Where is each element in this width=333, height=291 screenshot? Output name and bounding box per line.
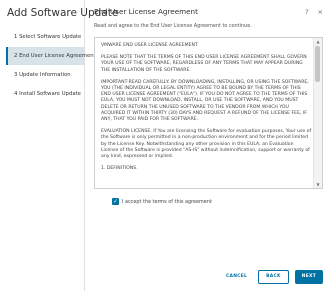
accept-terms-checkbox[interactable]: ✓ (112, 198, 119, 205)
step-number: 4 (14, 91, 18, 97)
eula-paragraph: PLEASE NOTE THAT THE TERMS OF THIS END U… (101, 55, 307, 73)
step-install-software-update[interactable]: 4 Install Software Update (6, 85, 84, 103)
step-number: 3 (14, 72, 18, 78)
accept-terms-row[interactable]: ✓ I accept the terms of this agreement (112, 198, 212, 205)
window-controls: ? × (305, 8, 323, 16)
back-button[interactable]: BACK (258, 270, 289, 284)
step-label: Update Information (19, 72, 71, 78)
eula-scrollbar[interactable]: ▲ ▼ (313, 38, 322, 188)
eula-paragraph: 1. DEFINITIONS. (101, 166, 138, 172)
wizard-sidebar: Add Software Update 1 Select Software Up… (0, 0, 118, 291)
page-title: End User License Agreement (94, 7, 198, 16)
scroll-down-icon[interactable]: ▼ (314, 181, 322, 188)
eula-paragraph: EVALUATION LICENSE. If You are licensing… (101, 129, 312, 160)
step-end-user-license-agreement[interactable]: 2 End User License Agreement (6, 47, 96, 65)
accept-terms-label[interactable]: I accept the terms of this agreement (122, 199, 212, 205)
wizard-footer: CANCEL BACK NEXT (221, 270, 323, 284)
page-subtitle: Read and agree to the End User License A… (94, 23, 252, 29)
cancel-button[interactable]: CANCEL (221, 270, 252, 284)
wizard-steps: 1 Select Software Update 2 End User Lice… (6, 28, 96, 104)
step-number: 1 (14, 34, 18, 40)
step-label: Install Software Update (19, 91, 81, 97)
eula-heading: VMWARE END USER LICENSE AGREEMENT (101, 43, 198, 48)
scroll-thumb[interactable] (315, 46, 320, 82)
eula-text-area[interactable]: VMWARE END USER LICENSE AGREEMENT PLEASE… (94, 37, 323, 189)
step-update-information[interactable]: 3 Update Information (6, 66, 84, 84)
eula-paragraph: IMPORTANT-READ CAREFULLY: BY DOWNLOADING… (101, 79, 309, 123)
next-button[interactable]: NEXT (294, 270, 323, 284)
wizard-main: End User License Agreement ? × Read and … (92, 0, 333, 291)
step-number: 2 (14, 53, 18, 59)
close-icon[interactable]: × (318, 8, 323, 16)
step-label: Select Software Update (19, 34, 82, 40)
eula-content: VMWARE END USER LICENSE AGREEMENT PLEASE… (101, 43, 312, 178)
help-icon[interactable]: ? (305, 8, 308, 16)
step-label: End User License Agreement (19, 53, 96, 59)
scroll-up-icon[interactable]: ▲ (314, 38, 322, 45)
step-select-software-update[interactable]: 1 Select Software Update (6, 28, 84, 46)
